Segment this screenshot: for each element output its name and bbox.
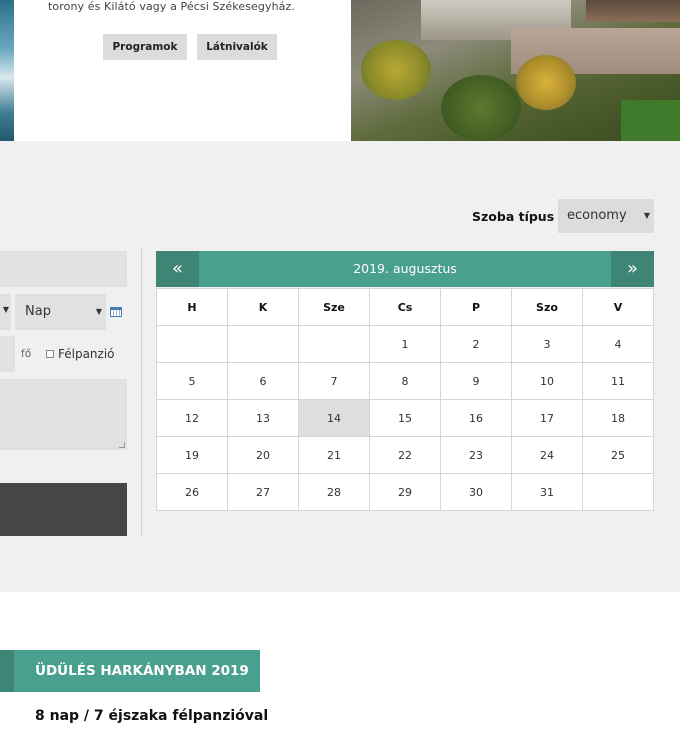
hero-section: torony és Kilátó vagy a Pécsi Székesegyh… xyxy=(0,0,680,141)
sights-button[interactable]: Látnivalók xyxy=(197,34,277,60)
calendar-week-row: 5 6 7 8 9 10 11 xyxy=(156,362,654,400)
calendar-day-cell[interactable]: 16 xyxy=(440,399,512,437)
calendar-day-cell[interactable]: 28 xyxy=(298,473,370,511)
calendar-month-title: 2019. augusztus xyxy=(353,261,457,276)
calendar-next-button[interactable]: » xyxy=(611,251,654,287)
month-select[interactable]: ▼ xyxy=(0,294,11,330)
page: torony és Kilátó vagy a Pécsi Székesegyh… xyxy=(0,0,680,730)
day-select-value: Nap xyxy=(25,304,51,319)
tree-shape xyxy=(516,55,576,110)
calendar-day-cell[interactable]: 20 xyxy=(227,436,299,474)
calendar-day-cell[interactable]: 7 xyxy=(298,362,370,400)
calendar-week-row: 19 20 21 22 23 24 25 xyxy=(156,436,654,474)
calendar-header: « 2019. augusztus » xyxy=(156,251,654,287)
calendar-grid: H K Sze Cs P Szo V 1 2 3 4 5 6 7 8 9 10 … xyxy=(156,288,654,511)
calendar-day-cell[interactable]: 8 xyxy=(369,362,441,400)
calendar-day-cell[interactable]: 6 xyxy=(227,362,299,400)
calendar-day-cell[interactable]: 1 xyxy=(369,325,441,363)
weekday-header: K xyxy=(227,288,299,326)
calendar-day-cell[interactable]: 2 xyxy=(440,325,512,363)
calendar-day-cell[interactable]: 5 xyxy=(156,362,228,400)
halfboard-label: Félpanzió xyxy=(58,347,115,361)
calendar-day-cell[interactable]: 17 xyxy=(511,399,583,437)
column-divider xyxy=(141,248,142,536)
calendar-day-cell[interactable]: 25 xyxy=(582,436,654,474)
calendar-day-cell[interactable]: 18 xyxy=(582,399,654,437)
offer-subtitle: 8 nap / 7 éjszaka félpanzióval xyxy=(35,708,269,724)
offer-section: ÜDÜLÉS HARKÁNYBAN 2019 8 nap / 7 éjszaka… xyxy=(0,592,680,730)
calendar-week-row: 26 27 28 29 30 31 xyxy=(156,473,654,511)
room-type-label: Szoba típus xyxy=(472,209,555,224)
persons-unit-label: fő xyxy=(21,348,32,360)
persons-input[interactable] xyxy=(0,336,15,372)
calendar-day-cell[interactable]: 27 xyxy=(227,473,299,511)
calendar-day-cell[interactable]: 21 xyxy=(298,436,370,474)
calendar-prev-button[interactable]: « xyxy=(156,251,199,287)
ribbon-accent xyxy=(0,650,14,692)
weekday-header: V xyxy=(582,288,654,326)
calendar-day-cell[interactable]: 23 xyxy=(440,436,512,474)
calendar-week-row: 12 13 14 15 16 17 18 xyxy=(156,399,654,437)
castle-aerial-image xyxy=(351,0,680,141)
room-type-select[interactable]: economy ▼ xyxy=(558,199,654,233)
castle-roof-shape xyxy=(586,0,680,22)
weekday-row: H K Sze Cs P Szo V xyxy=(156,288,654,326)
calendar-day-cell[interactable]: 26 xyxy=(156,473,228,511)
weekday-header: Cs xyxy=(369,288,441,326)
dropdown-arrow-icon: ▼ xyxy=(2,305,9,314)
name-field[interactable] xyxy=(0,251,127,287)
calendar-week-row: 1 2 3 4 xyxy=(156,325,654,363)
calendar-day-cell[interactable] xyxy=(298,325,370,363)
submit-button[interactable] xyxy=(0,483,127,536)
calendar-day-cell[interactable]: 11 xyxy=(582,362,654,400)
calendar-day-cell[interactable]: 3 xyxy=(511,325,583,363)
day-select[interactable]: Nap ▼ xyxy=(15,294,106,330)
calendar-day-cell[interactable] xyxy=(227,325,299,363)
weekday-header: H xyxy=(156,288,228,326)
calendar-day-cell[interactable]: 31 xyxy=(511,473,583,511)
tree-shape xyxy=(361,40,431,100)
weekday-header: Sze xyxy=(298,288,370,326)
weekday-header: Szo xyxy=(511,288,583,326)
resize-grip-icon[interactable] xyxy=(119,442,125,448)
hero-description: torony és Kilátó vagy a Pécsi Székesegyh… xyxy=(48,0,295,13)
calendar-day-cell[interactable]: 15 xyxy=(369,399,441,437)
booking-section: Szoba típus economy ▼ ▼ Nap ▼ fő Félpanz… xyxy=(0,141,680,592)
calendar-day-cell[interactable]: 4 xyxy=(582,325,654,363)
calendar-day-cell[interactable]: 9 xyxy=(440,362,512,400)
hero-image-left xyxy=(0,0,14,141)
dropdown-arrow-icon: ▼ xyxy=(643,211,650,220)
calendar-day-cell[interactable] xyxy=(582,473,654,511)
programs-button[interactable]: Programok xyxy=(103,34,187,60)
calendar-day-cell-highlighted[interactable]: 14 xyxy=(298,399,370,437)
calendar-day-cell[interactable]: 13 xyxy=(227,399,299,437)
dropdown-arrow-icon: ▼ xyxy=(95,307,102,316)
calendar-day-cell[interactable]: 19 xyxy=(156,436,228,474)
calendar-day-cell[interactable] xyxy=(156,325,228,363)
calendar-day-cell[interactable]: 24 xyxy=(511,436,583,474)
hero-text-box: torony és Kilátó vagy a Pécsi Székesegyh… xyxy=(14,0,360,141)
calendar-icon[interactable] xyxy=(110,307,122,317)
calendar-day-cell[interactable]: 30 xyxy=(440,473,512,511)
tree-shape xyxy=(441,75,521,141)
weekday-header: P xyxy=(440,288,512,326)
halfboard-checkbox[interactable] xyxy=(46,350,54,358)
room-type-value: economy xyxy=(567,208,627,223)
calendar-day-cell[interactable]: 22 xyxy=(369,436,441,474)
offer-ribbon-title: ÜDÜLÉS HARKÁNYBAN 2019 xyxy=(14,650,260,692)
calendar-day-cell[interactable]: 12 xyxy=(156,399,228,437)
calendar-day-cell[interactable]: 29 xyxy=(369,473,441,511)
calendar-day-cell[interactable]: 10 xyxy=(511,362,583,400)
message-textarea[interactable] xyxy=(0,379,127,450)
lawn-shape xyxy=(621,100,680,141)
